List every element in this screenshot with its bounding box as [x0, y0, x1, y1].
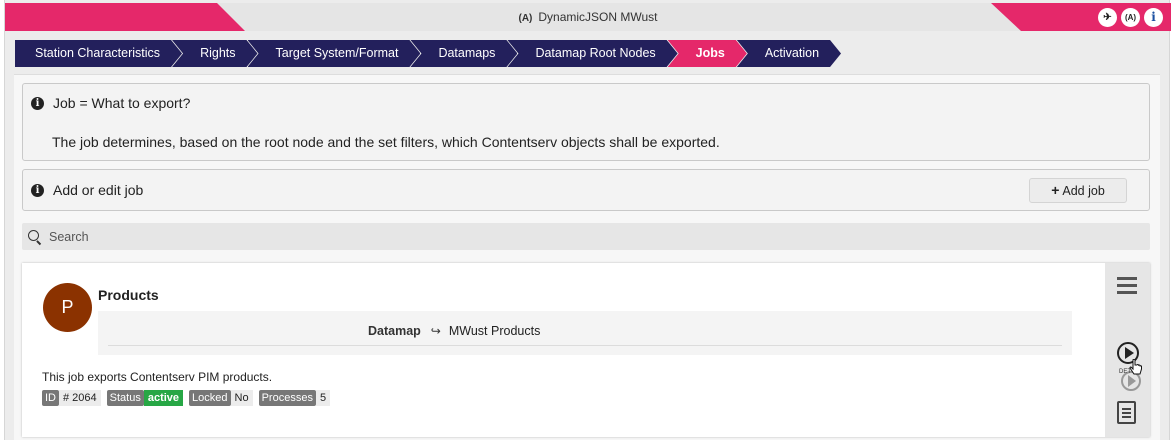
search-input[interactable]: [49, 229, 1049, 244]
airplane-icon[interactable]: ✈: [1098, 8, 1117, 27]
menu-icon[interactable]: [1117, 277, 1137, 294]
job-badges: ID # 2064 Status active Locked No Proces…: [42, 390, 336, 406]
info-circle-icon: i: [31, 183, 44, 197]
processes-badge-key: Processes: [258, 390, 316, 406]
antenna-title-icon: (A): [518, 13, 533, 24]
add-edit-heading-row: i Add or edit job: [31, 182, 143, 198]
info-box-add-edit-job: i Add or edit job + Add job: [22, 169, 1150, 211]
status-badge-key: Status: [106, 390, 144, 406]
window-title-text: DynamicJSON MWust: [538, 10, 658, 24]
app-window: (A) DynamicJSON MWust ✈ (A) i Station Cha…: [4, 0, 1171, 440]
locked-badge: Locked No: [189, 390, 253, 406]
datamap-value[interactable]: MWust Products: [449, 324, 540, 338]
job-actions-sidebar: DET: [1105, 263, 1150, 437]
main-content: i Job = What to export? The job determin…: [14, 74, 1160, 440]
step-datamaps[interactable]: Datamaps: [410, 40, 517, 67]
avatar: P: [43, 283, 92, 332]
window-title: (A) DynamicJSON MWust: [5, 3, 1171, 31]
id-badge-value: # 2064: [59, 390, 101, 406]
info-description: The job determines, based on the root no…: [52, 134, 720, 150]
document-icon[interactable]: [1117, 401, 1136, 424]
step-datamap-root-nodes[interactable]: Datamap Root Nodes: [507, 40, 677, 67]
locked-badge-value: No: [230, 390, 253, 406]
arrow-right-icon: ↪: [430, 324, 441, 338]
info-icon[interactable]: i: [1144, 8, 1163, 27]
add-job-label: Add job: [1062, 184, 1105, 198]
datamap-panel: Datamap ↪ MWust Products: [98, 311, 1072, 355]
hand-cursor-icon: [1129, 359, 1142, 375]
job-title: Products: [98, 287, 159, 303]
search-bar: [22, 223, 1150, 250]
step-target-system-format[interactable]: Target System/Format: [248, 40, 421, 67]
status-badge-value: active: [143, 390, 184, 406]
info-circle-icon: i: [31, 96, 44, 110]
step-station-characteristics[interactable]: Station Characteristics: [15, 40, 182, 67]
processes-badge-value: 5: [315, 390, 331, 406]
add-edit-heading: Add or edit job: [53, 182, 144, 198]
step-jobs[interactable]: Jobs: [668, 40, 747, 67]
info-heading-row: i Job = What to export?: [31, 95, 190, 111]
id-badge: ID # 2064: [42, 390, 101, 406]
wizard-steps: Station Characteristics Rights Target Sy…: [15, 40, 831, 67]
id-badge-key: ID: [42, 390, 59, 406]
info-heading: Job = What to export?: [53, 95, 191, 111]
divider: [108, 345, 1062, 346]
antenna-icon[interactable]: (A): [1121, 8, 1140, 27]
title-bar: (A) DynamicJSON MWust ✈ (A) i: [5, 3, 1171, 31]
plus-icon: +: [1051, 182, 1060, 198]
search-icon: [28, 229, 42, 244]
datamap-label: Datamap: [368, 324, 421, 338]
step-rights[interactable]: Rights: [172, 40, 257, 67]
add-job-button[interactable]: + Add job: [1029, 178, 1127, 203]
processes-badge: Processes 5: [258, 390, 331, 406]
step-activation[interactable]: Activation: [737, 40, 841, 67]
info-box-what-to-export: i Job = What to export? The job determin…: [22, 83, 1150, 161]
titlebar-icons: ✈ (A) i: [1098, 8, 1163, 27]
job-description: This job exports Contentserv PIM product…: [42, 370, 273, 384]
locked-badge-key: Locked: [189, 390, 231, 406]
datamap-row: Datamap ↪ MWust Products: [368, 324, 540, 338]
status-badge: Status active: [106, 390, 184, 406]
job-card[interactable]: P Products Datamap ↪ MWust Products This…: [22, 263, 1150, 437]
